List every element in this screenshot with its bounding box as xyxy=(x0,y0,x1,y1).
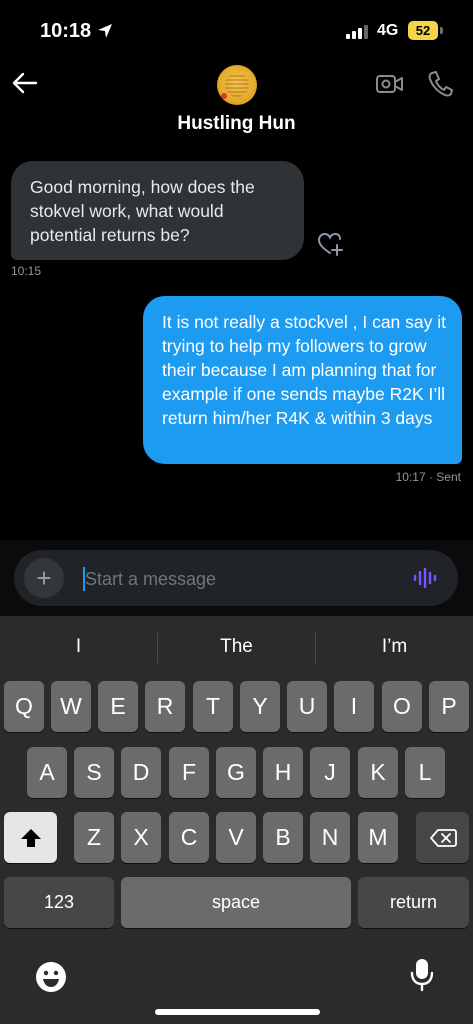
avatar[interactable] xyxy=(217,65,257,105)
suggestion-item[interactable]: I’m xyxy=(316,636,473,658)
home-indicator[interactable] xyxy=(155,1009,320,1015)
key[interactable]: G xyxy=(216,747,256,798)
cellular-signal-icon xyxy=(346,25,368,39)
key[interactable]: R xyxy=(145,681,185,732)
numbers-key[interactable]: 123 xyxy=(4,877,114,928)
dictation-button[interactable] xyxy=(410,957,434,998)
contact-name[interactable]: Hustling Hun xyxy=(0,113,473,135)
phone-icon xyxy=(428,71,453,97)
video-call-button[interactable] xyxy=(375,72,405,101)
predictive-suggestions: I The I’m xyxy=(0,616,473,678)
suggestion-item[interactable]: I xyxy=(0,636,157,658)
key[interactable]: C xyxy=(169,812,209,863)
key[interactable]: Z xyxy=(74,812,114,863)
key[interactable]: P xyxy=(429,681,469,732)
shift-key[interactable] xyxy=(4,812,57,863)
back-arrow-icon xyxy=(12,72,38,94)
heart-plus-icon xyxy=(317,232,343,256)
key[interactable]: K xyxy=(358,747,398,798)
key[interactable]: Y xyxy=(240,681,280,732)
key[interactable]: I xyxy=(334,681,374,732)
key[interactable]: L xyxy=(405,747,445,798)
emoji-button[interactable] xyxy=(34,960,68,999)
incoming-message[interactable]: Good morning, how does the stokvel work,… xyxy=(11,161,304,260)
status-bar: 10:18 4G 52 xyxy=(0,0,473,60)
message-thread: Good morning, how does the stokvel work,… xyxy=(0,145,473,540)
audio-waveform-icon xyxy=(413,567,437,589)
return-key[interactable]: return xyxy=(358,877,469,928)
battery-indicator: 52 xyxy=(408,21,438,40)
key[interactable]: W xyxy=(51,681,91,732)
microphone-icon xyxy=(410,959,434,992)
message-timestamp: 10:15 xyxy=(11,264,42,278)
outgoing-message[interactable]: It is not really a stockvel , I can say … xyxy=(143,296,462,464)
add-reaction-button[interactable] xyxy=(316,231,344,262)
suggestion-item[interactable]: The xyxy=(158,636,315,658)
add-media-button[interactable]: + xyxy=(24,558,64,598)
key[interactable]: D xyxy=(121,747,161,798)
keyboard: I The I’m Q W E R T Y U I O P A S D F G … xyxy=(0,616,473,1024)
key[interactable]: H xyxy=(263,747,303,798)
key[interactable]: N xyxy=(310,812,350,863)
message-composer: + xyxy=(14,550,458,606)
voice-message-button[interactable] xyxy=(412,566,438,595)
key[interactable]: S xyxy=(74,747,114,798)
location-arrow-icon xyxy=(98,24,112,38)
key[interactable]: U xyxy=(287,681,327,732)
key[interactable]: B xyxy=(263,812,303,863)
key[interactable]: V xyxy=(216,812,256,863)
key[interactable]: T xyxy=(193,681,233,732)
status-time: 10:18 xyxy=(40,20,92,42)
key[interactable]: O xyxy=(382,681,422,732)
key[interactable]: X xyxy=(121,812,161,863)
emoji-icon xyxy=(36,962,66,992)
backspace-key[interactable] xyxy=(416,812,469,863)
video-camera-icon xyxy=(376,75,403,93)
shift-arrow-icon xyxy=(20,828,41,847)
battery-nub xyxy=(440,27,443,34)
key[interactable]: A xyxy=(27,747,67,798)
conversation-header: Hustling Hun xyxy=(0,60,473,145)
back-button[interactable] xyxy=(10,68,40,98)
backspace-icon xyxy=(429,828,457,847)
text-cursor xyxy=(83,567,85,591)
composer-area: + xyxy=(0,540,473,616)
space-key[interactable]: space xyxy=(121,877,351,928)
message-input[interactable] xyxy=(85,564,395,594)
voice-call-button[interactable] xyxy=(427,70,453,103)
key[interactable]: Q xyxy=(4,681,44,732)
message-timestamp: 10:17 · Sent xyxy=(395,470,461,484)
key[interactable]: M xyxy=(358,812,398,863)
network-type: 4G xyxy=(377,22,399,39)
key[interactable]: J xyxy=(310,747,350,798)
key[interactable]: E xyxy=(98,681,138,732)
key[interactable]: F xyxy=(169,747,209,798)
